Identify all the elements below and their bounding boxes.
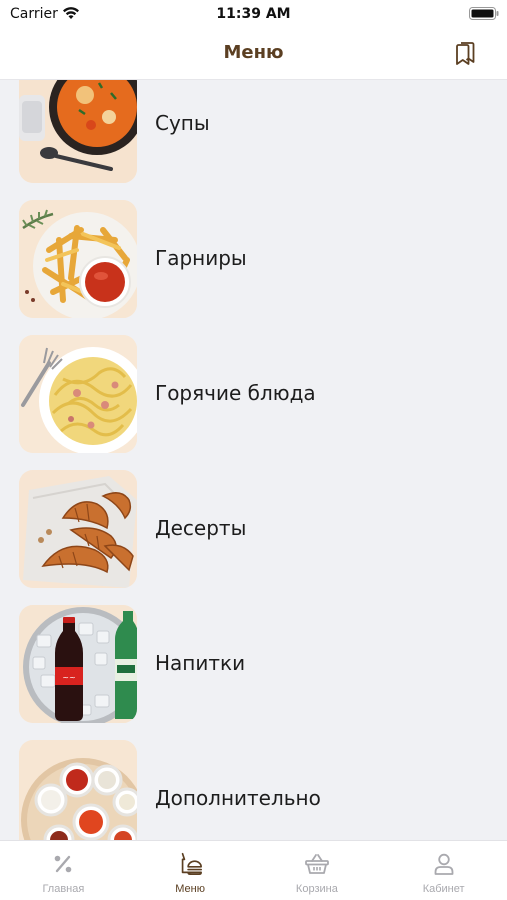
tab-account[interactable]: Кабинет [380, 841, 507, 900]
status-time: 11:39 AM [216, 6, 291, 22]
category-label: Гарниры [155, 246, 247, 270]
tab-label: Меню [175, 883, 205, 895]
sauces-photo [19, 740, 137, 840]
category-row-soups[interactable]: Супы [0, 80, 507, 185]
tab-home[interactable]: Главная [0, 841, 127, 900]
tab-menu[interactable]: Меню [127, 841, 254, 900]
bookmark-icon [456, 42, 475, 65]
fries-photo [19, 200, 137, 318]
category-row-hot-dishes[interactable]: Горячие блюда [0, 335, 507, 455]
category-row-sides[interactable]: Гарниры [0, 200, 507, 320]
drinks-photo: ~~ [19, 605, 137, 723]
tab-label: Корзина [295, 883, 338, 895]
battery-icon [469, 7, 499, 20]
tab-label: Кабинет [422, 883, 465, 895]
bookmarks-button[interactable] [450, 38, 480, 68]
soup-photo [19, 80, 137, 183]
user-icon [431, 851, 457, 877]
status-bar: Carrier 11:39 AM [0, 0, 507, 28]
navigation-bar: Меню [0, 28, 507, 80]
tab-cart[interactable]: Корзина [254, 841, 381, 900]
svg-text:~~: ~~ [62, 673, 75, 682]
category-row-drinks[interactable]: ~~ Напитки [0, 605, 507, 725]
page-title: Меню [223, 42, 284, 63]
croissant-photo [19, 470, 137, 588]
category-label: Напитки [155, 651, 246, 675]
percent-icon [50, 851, 76, 877]
category-label: Дополнительно [155, 786, 321, 810]
category-row-extras[interactable]: Дополнительно [0, 740, 507, 840]
category-row-desserts[interactable]: Десерты [0, 470, 507, 590]
pasta-photo [19, 335, 137, 453]
tab-bar: Главная Меню Корзина Кабинет [0, 840, 507, 900]
basket-icon [304, 851, 330, 877]
category-label: Горячие блюда [155, 381, 316, 405]
category-list: Супы Гарниры Горячие блюда Десерты ~~ На… [0, 80, 507, 840]
category-label: Десерты [155, 516, 247, 540]
menu-food-icon [177, 851, 203, 877]
tab-label: Главная [42, 883, 85, 895]
category-label: Супы [155, 111, 210, 135]
